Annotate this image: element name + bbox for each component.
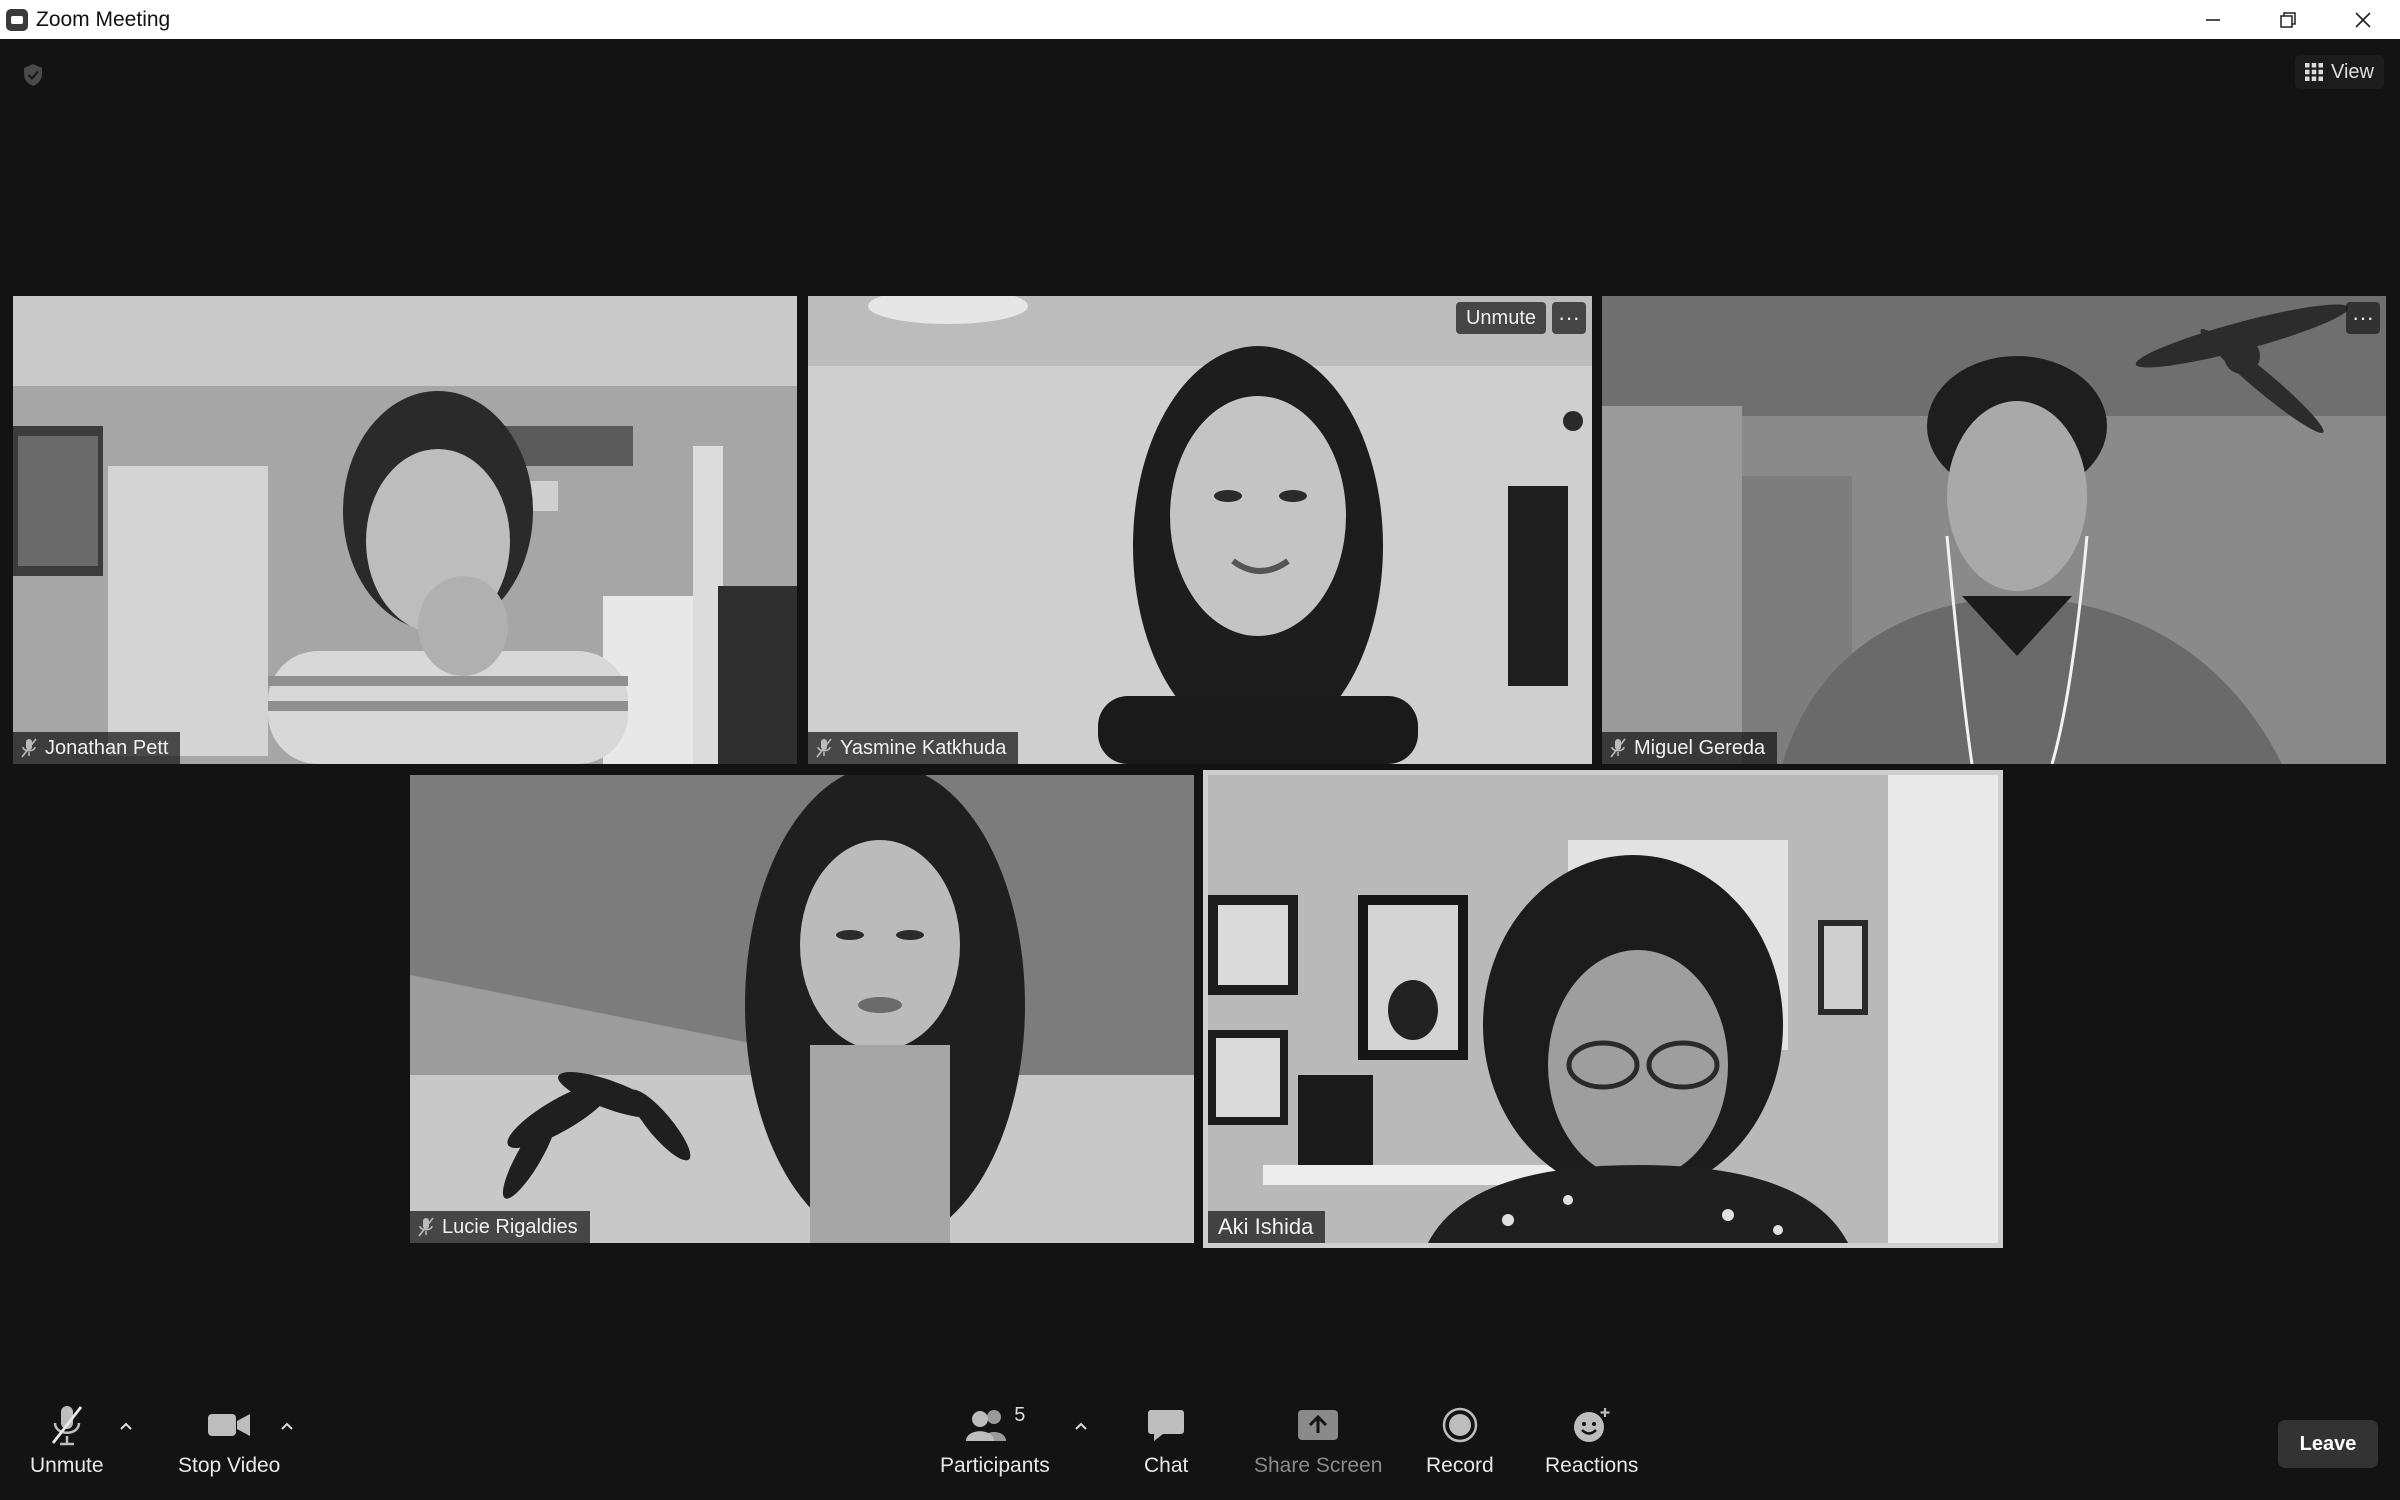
- minimize-button[interactable]: [2175, 0, 2250, 39]
- share-screen-icon: [1298, 1410, 1339, 1440]
- participant-name: Miguel Gereda: [1634, 736, 1766, 759]
- participant-name-tag: Lucie Rigaldies: [410, 1211, 590, 1243]
- restore-button[interactable]: [2250, 0, 2325, 39]
- tile-more-options-button[interactable]: ···: [2346, 302, 2380, 334]
- video-tile-aki-ishida[interactable]: Aki Ishida: [1203, 770, 2003, 1248]
- audio-options-caret[interactable]: [116, 1416, 136, 1436]
- video-tile-yasmine-katkhuda[interactable]: Unmute ··· Yasmine Katkhuda: [808, 296, 1592, 764]
- chat-label: Chat: [1144, 1454, 1189, 1477]
- reactions-button[interactable]: Reactions: [1545, 1402, 1638, 1478]
- reactions-smiley-icon: [1573, 1408, 1610, 1442]
- muted-mic-icon: [1610, 738, 1626, 758]
- participant-name: Jonathan Pett: [45, 736, 169, 759]
- unmute-label: Unmute: [30, 1454, 104, 1477]
- grid-icon: [2305, 63, 2323, 81]
- participants-button[interactable]: 5 Participants: [940, 1402, 1050, 1478]
- participants-label: Participants: [940, 1454, 1050, 1477]
- participant-name-tag: Miguel Gereda: [1602, 732, 1778, 764]
- participant-name-tag: Aki Ishida: [1208, 1211, 1326, 1243]
- video-options-caret[interactable]: [277, 1416, 297, 1436]
- window-title: Zoom Meeting: [36, 7, 171, 31]
- chevron-up-icon: [281, 1422, 293, 1430]
- leave-meeting-button[interactable]: Leave: [2278, 1420, 2378, 1468]
- restore-icon: [2279, 11, 2296, 28]
- participant-name: Aki Ishida: [1218, 1214, 1314, 1239]
- participants-count: 5: [1014, 1404, 1026, 1426]
- chevron-up-icon: [120, 1422, 132, 1430]
- share-screen-label: Share Screen: [1254, 1454, 1383, 1477]
- chat-bubble-icon: [1148, 1410, 1185, 1441]
- reactions-label: Reactions: [1545, 1454, 1639, 1477]
- video-camera-icon: [208, 1414, 251, 1436]
- muted-mic-icon: [51, 1406, 82, 1446]
- participants-options-caret[interactable]: [1071, 1416, 1091, 1436]
- close-icon: [2354, 11, 2371, 28]
- participant-video-feed: [410, 775, 1194, 1243]
- share-screen-button[interactable]: Share Screen: [1254, 1402, 1382, 1478]
- chat-button[interactable]: Chat: [1144, 1402, 1188, 1478]
- muted-mic-icon: [816, 738, 832, 758]
- remote-unmute-button[interactable]: Unmute: [1455, 302, 1546, 334]
- close-button[interactable]: [2325, 0, 2400, 39]
- tile-more-options-button[interactable]: ···: [1552, 302, 1586, 334]
- video-tile-lucie-rigaldies[interactable]: Lucie Rigaldies: [410, 775, 1194, 1243]
- record-icon: [1442, 1407, 1478, 1443]
- record-label: Record: [1426, 1454, 1494, 1477]
- participant-name-tag: Jonathan Pett: [13, 732, 181, 764]
- participant-name: Lucie Rigaldies: [442, 1215, 578, 1238]
- video-tile-miguel-gereda[interactable]: ··· Miguel Gereda: [1602, 296, 2386, 764]
- security-shield-button[interactable]: [18, 60, 48, 90]
- view-label: View: [2331, 60, 2374, 83]
- unmute-button[interactable]: Unmute: [30, 1402, 104, 1478]
- participant-video-feed: [13, 296, 797, 764]
- stop-video-button[interactable]: Stop Video: [178, 1402, 280, 1478]
- shield-icon: [24, 64, 42, 86]
- window-controls: [2175, 0, 2400, 39]
- participants-icon: [966, 1410, 1007, 1441]
- participant-video-feed: [1208, 775, 1998, 1243]
- meeting-toolbar: Unmute Stop Video 5 Participants Chat Sh…: [0, 1390, 2400, 1500]
- zoom-app-icon: [6, 8, 28, 31]
- participant-video-feed: [808, 296, 1592, 764]
- video-tile-jonathan-pett[interactable]: Jonathan Pett: [13, 296, 797, 764]
- participant-name: Yasmine Katkhuda: [840, 736, 1007, 759]
- stop-video-label: Stop Video: [178, 1454, 281, 1477]
- muted-mic-icon: [418, 1217, 434, 1237]
- chevron-up-icon: [1075, 1422, 1087, 1430]
- record-button[interactable]: Record: [1426, 1402, 1494, 1478]
- view-button[interactable]: View: [2295, 55, 2384, 89]
- participant-video-feed: [1602, 296, 2386, 764]
- title-bar: Zoom Meeting: [0, 0, 2400, 39]
- participant-name-tag: Yasmine Katkhuda: [808, 732, 1019, 764]
- muted-mic-icon: [21, 738, 37, 758]
- minimize-icon: [2205, 18, 2220, 21]
